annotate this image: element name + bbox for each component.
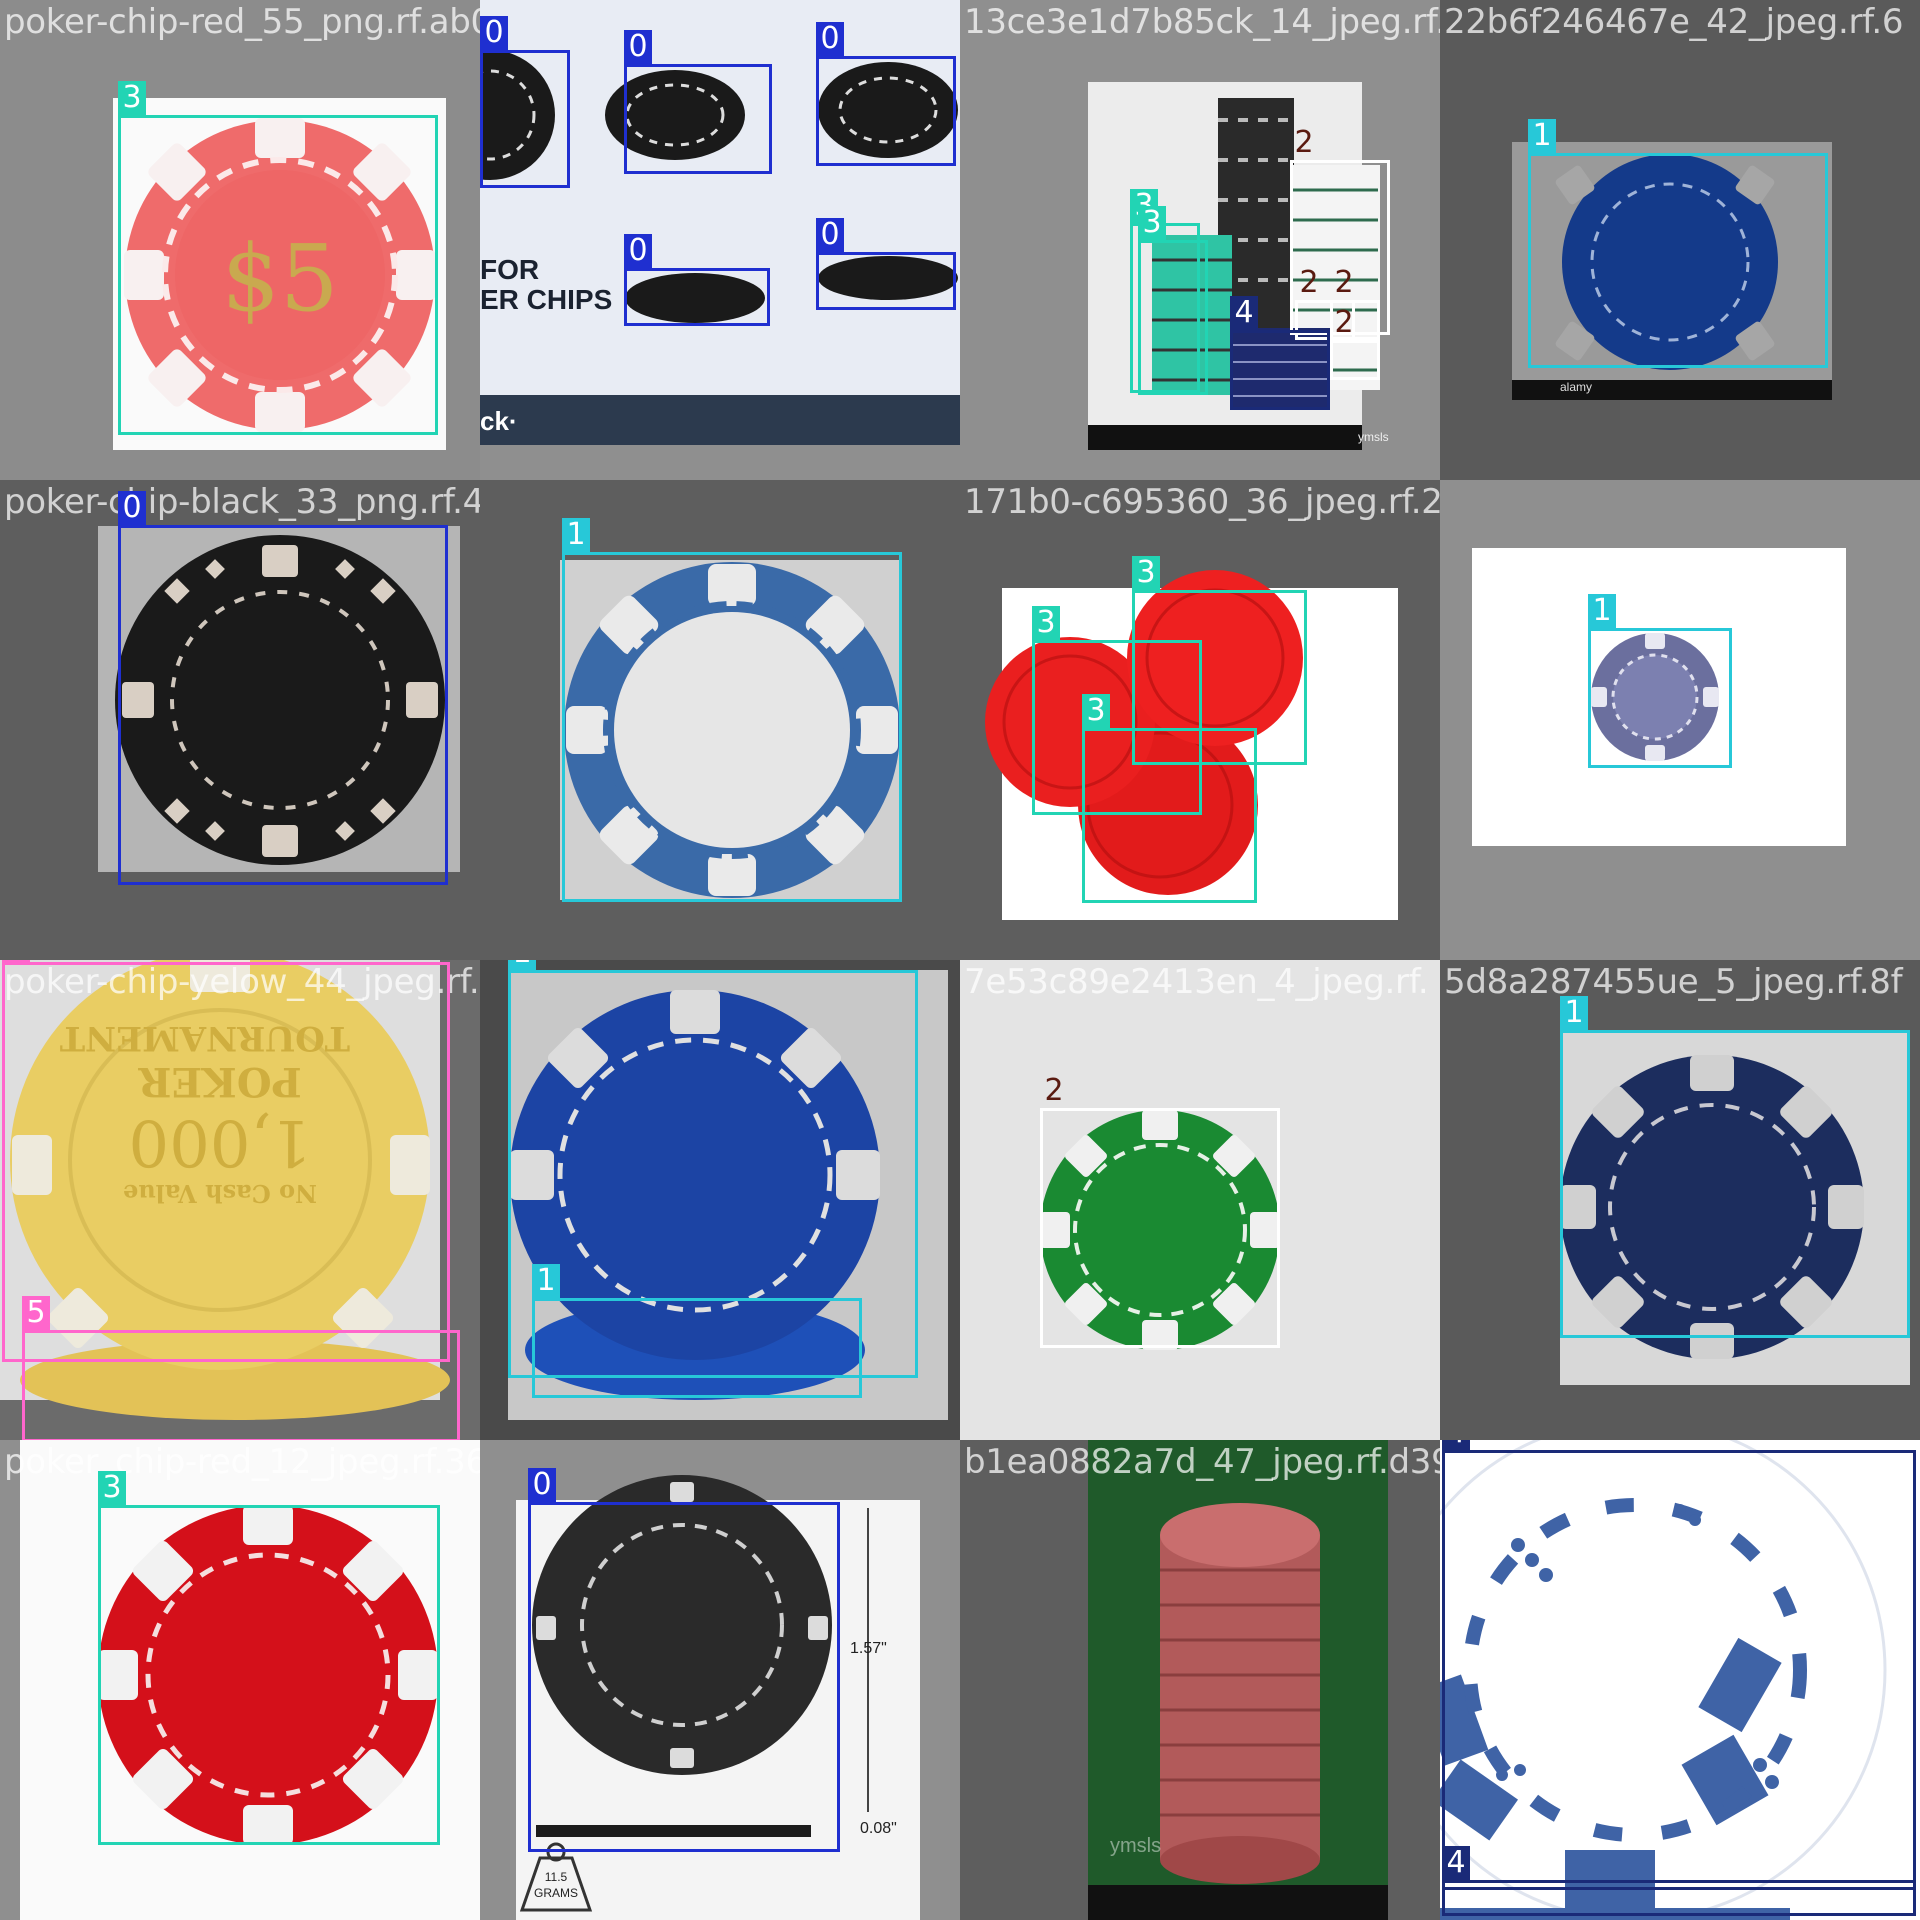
detection-box-class-0: 0 [480, 16, 570, 188]
detection-mosaic: $5 poker-chip-red_55_png.rf.ab0357eb98b5… [0, 0, 1920, 1920]
detection-box-class-0: 0 [624, 234, 770, 326]
tile-red-5-chip: $5 poker-chip-red_55_png.rf.ab0357eb98b5… [0, 0, 480, 480]
detection-box-class-4: 4 [1230, 296, 1330, 410]
detection-class-tag: 1 [1528, 119, 1556, 153]
detection-class-tag: 4 [1442, 1440, 1470, 1450]
weight-unit: GRAMS [533, 1886, 578, 1900]
sheet-heading-text: FOR ER CHIPS [480, 254, 613, 315]
detection-class-tag: 1 [562, 518, 590, 552]
detection-box-class-4: 4 [1442, 1846, 1916, 1916]
detection-box-class-3: 3 [98, 1471, 440, 1845]
tile-red-stack-green: ymsls b1ea0882a7d_47_jpeg.rf.d39de80cf4b… [960, 1440, 1440, 1920]
tile-yellow-tournament-chip: TOURNAMENT POKER 1,000 No Cash Value pok… [0, 960, 480, 1440]
detection-class-tag: 5 [2, 960, 30, 962]
detection-class-tag: 5 [22, 1296, 50, 1330]
tile-blue-white-chip: 1 [480, 480, 960, 960]
tile-black-chip-sheet: 0 0 0 0 0 FOR ER CHIPS ck· [480, 0, 960, 480]
detection-class-tag: 4 [1230, 296, 1258, 330]
detection-class-tag: 0 [528, 1468, 556, 1502]
detection-class-tag: 2 [1044, 1073, 1064, 1108]
tile-white-chip-closeup: 44 [1440, 1440, 1920, 1920]
detection-class-tag: 0 [624, 234, 652, 268]
detection-box-class-1: 1 [1528, 119, 1828, 368]
tile-chip-stacks: 13ce3e1d7b85ck_14_jpeg.rf.3322224ymsls [960, 0, 1440, 480]
detection-class-tag: 3 [1132, 556, 1160, 590]
detection-class-tag: 0 [816, 22, 844, 56]
red-stack-green-image [960, 1440, 1440, 1920]
detection-class-tag: 2 [1294, 125, 1314, 160]
detection-box-class-5: 5 [2, 960, 450, 1362]
detection-class-tag: 0 [118, 491, 146, 525]
detection-class-tag: 3 [118, 81, 146, 115]
detection-box-class-0: 0 [816, 22, 956, 166]
detection-box-class-2: 2 [1040, 1074, 1280, 1348]
watermark-ymsls: ymsls [1110, 1835, 1162, 1857]
detection-class-tag: 0 [624, 30, 652, 64]
detection-class-tag: 4 [1442, 1846, 1470, 1880]
detection-class-tag: 2 [1334, 265, 1354, 300]
tile-green-chip: 7e53c89e2413en_4_jpeg.rf. 2 [960, 960, 1440, 1440]
detection-class-tag: 1 [532, 1264, 560, 1298]
detection-class-tag: 1 [1560, 996, 1588, 1030]
detection-class-tag: 0 [480, 16, 508, 50]
detection-class-tag: 2 [1334, 305, 1354, 340]
detection-class-tag: 3 [1138, 206, 1166, 240]
tile-black-suit-chip: poker-chip-black_33_png.rf.4a96ced9c3955… [0, 480, 480, 960]
detection-class-tag: 2 [1299, 265, 1319, 300]
detection-box-class-1: 1 [562, 518, 902, 902]
detection-box-class-3: 3 [118, 81, 438, 435]
detection-box-class-0: 0 [528, 1468, 840, 1852]
detection-box-class-1: 1 [1560, 996, 1910, 1338]
detection-box-class-4: 4 [1442, 1440, 1916, 1890]
detection-class-tag: 3 [1032, 606, 1060, 640]
detection-class-tag: 1 [508, 960, 536, 970]
detection-class-tag: 3 [98, 1471, 126, 1505]
detection-class-tag: 1 [1588, 594, 1616, 628]
detection-class-tag: 3 [1082, 694, 1110, 728]
detection-box-class-1: 1 [1588, 594, 1732, 768]
diameter-dimension: 1.57" [850, 1640, 887, 1657]
detection-box-class-0: 0 [816, 218, 956, 310]
tile-small-lavender-chip: 1 [1440, 480, 1920, 960]
detection-box-class-3: 3 [1138, 206, 1208, 395]
tile-red-dice-chip: poker_chip-red_12_jpeg.rf.36db1ea3ba7628… [0, 1440, 480, 1920]
sheet-footer-text: ck· [480, 406, 518, 436]
tile-black-chip-dimensions: 1.57" 0.08" 11.5 GRAMS 0 [480, 1440, 960, 1920]
detection-box-class-1: 1 [532, 1264, 862, 1398]
tile-blue-chip-alamy: 22b6f246467e_42_jpeg.rf.6 1 alamy [1440, 0, 1920, 480]
tile-red-chips: 171b0-c695360_36_jpeg.rf.2939cae4191804_… [960, 480, 1440, 960]
watermark-text: alamy [1560, 380, 1593, 394]
detection-box-class-2: 2 [1330, 306, 1380, 380]
watermark-text: ymsls [1358, 430, 1389, 444]
tile-navy-chip: 5d8a287455ue_5_jpeg.rf.8f 1 [1440, 960, 1920, 1440]
thickness-dimension: 0.08" [860, 1820, 897, 1837]
weight-value: 11.5 [544, 1870, 568, 1884]
detection-box-class-0: 0 [624, 30, 772, 174]
detection-box-class-5: 5 [22, 1296, 460, 1440]
detection-box-class-3: 3 [1082, 694, 1257, 903]
detection-box-class-0: 0 [118, 491, 448, 885]
detection-class-tag: 0 [816, 218, 844, 252]
tile-big-blue-chip: 11 [480, 960, 960, 1440]
